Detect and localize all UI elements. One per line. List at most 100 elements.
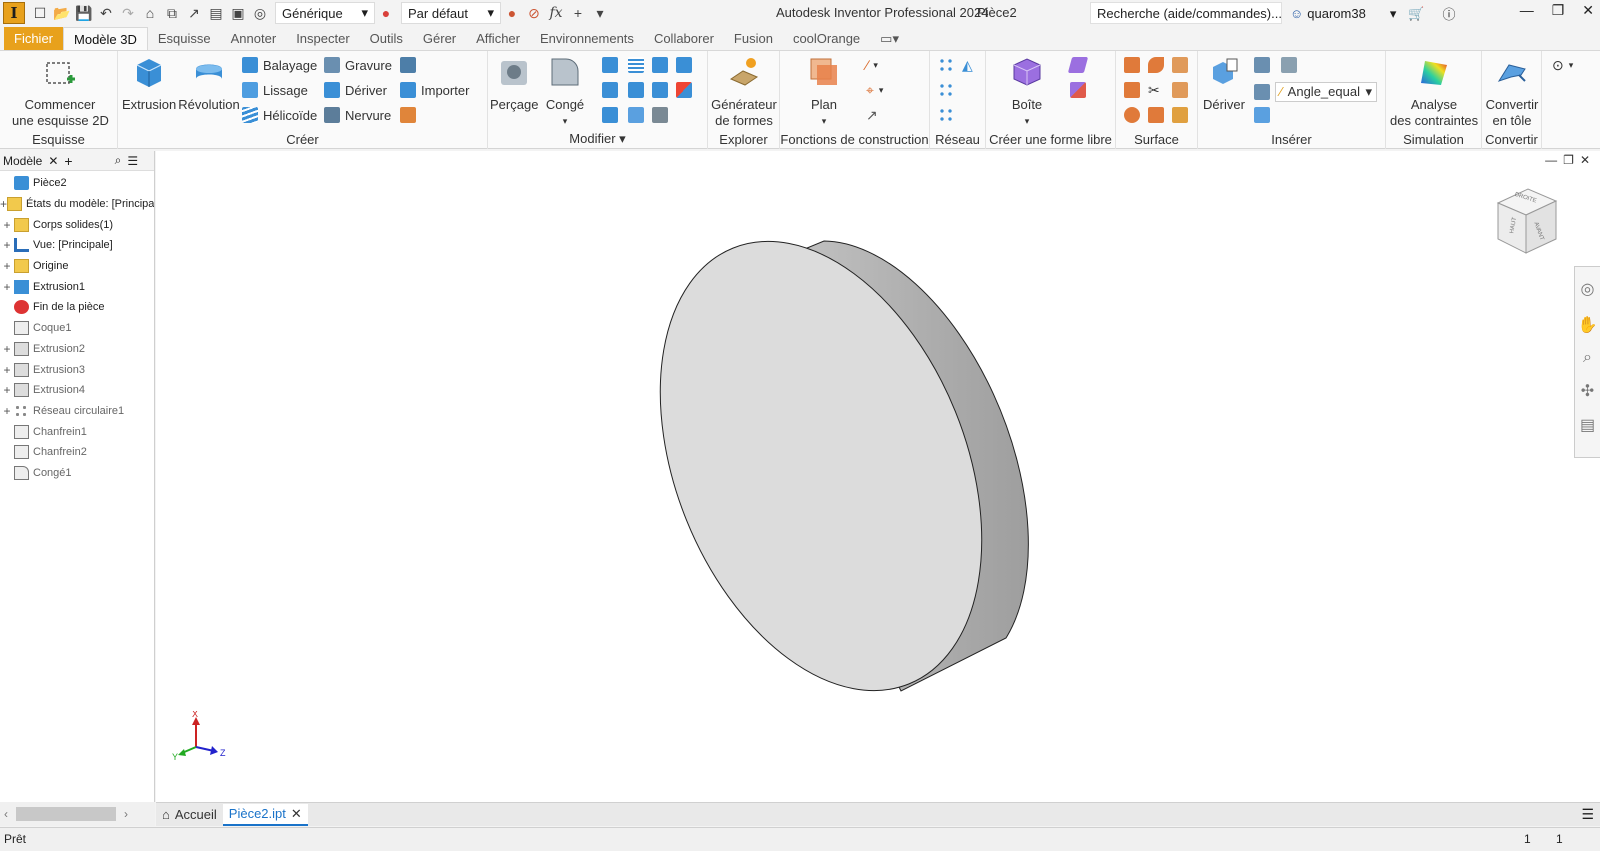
material-select[interactable]: Générique ▾	[275, 2, 375, 24]
delete-face-button[interactable]	[652, 107, 668, 123]
ruled-surface-button[interactable]	[1124, 107, 1140, 123]
gravure-button[interactable]: Gravure	[324, 57, 392, 73]
work-point-button[interactable]: ⌖ ▾	[866, 82, 883, 99]
expand-icon[interactable]: +	[0, 383, 14, 397]
properties-icon[interactable]: ▣	[227, 2, 249, 24]
expand-icon[interactable]: +	[0, 280, 14, 294]
sculpt-button[interactable]: ✂	[1148, 82, 1160, 99]
cart-icon[interactable]: 🛒	[1408, 6, 1424, 22]
expand-icon[interactable]: +	[0, 363, 14, 377]
decal-button[interactable]	[400, 57, 416, 73]
appearance-select[interactable]: Par défaut ▾	[401, 2, 501, 24]
tab-outils[interactable]: Outils	[360, 27, 413, 50]
tree-node[interactable]: + Extrusion2	[0, 339, 154, 360]
redo-icon[interactable]: ↷	[117, 2, 139, 24]
direct-edit-button[interactable]	[676, 57, 692, 73]
repair-button[interactable]	[1148, 107, 1164, 123]
tree-node[interactable]: + Extrusion1	[0, 276, 154, 297]
deriver-button[interactable]: Dériver	[324, 82, 387, 98]
material-icon[interactable]: ◎	[249, 2, 271, 24]
tab-collaborer[interactable]: Collaborer	[644, 27, 724, 50]
unwrap-button[interactable]	[400, 107, 416, 123]
tree-node[interactable]: Congé1	[0, 463, 154, 484]
trim-button[interactable]	[1172, 57, 1188, 73]
tree-node[interactable]: Pièce2	[0, 173, 154, 194]
tree-node[interactable]: Fin de la pièce	[0, 297, 154, 318]
thread-button[interactable]	[628, 57, 644, 73]
tab-afficher[interactable]: Afficher	[466, 27, 530, 50]
pan-icon[interactable]: ✋	[1575, 315, 1600, 335]
add-tab-icon[interactable]: +	[64, 153, 72, 169]
import-cad-button[interactable]	[1254, 57, 1297, 73]
browser-scrollbar[interactable]: ‹ ›	[0, 802, 155, 826]
appearance-icon[interactable]: ●	[375, 2, 397, 24]
circular-pattern-button[interactable]	[938, 82, 954, 98]
mirror-button[interactable]: ◭	[962, 57, 973, 74]
tree-node[interactable]: + Extrusion3	[0, 359, 154, 380]
view-cube[interactable]: DROITE HAUT AVANT	[1490, 185, 1560, 257]
extend-button[interactable]	[1172, 82, 1188, 98]
shell-button[interactable]	[602, 82, 618, 98]
attach-button[interactable]	[1254, 107, 1270, 123]
zoom-icon[interactable]: ⌕	[1575, 349, 1600, 367]
scroll-thumb[interactable]	[16, 807, 116, 821]
extrusion-button[interactable]: Extrusion	[122, 55, 176, 113]
freeform-face-button[interactable]	[1067, 57, 1089, 73]
thicken-button[interactable]	[628, 107, 644, 123]
tab-modele-3d[interactable]: Modèle 3D	[63, 27, 148, 50]
tab-environnements[interactable]: Environnements	[530, 27, 644, 50]
part-model[interactable]	[156, 151, 1600, 802]
fx-parameters-icon[interactable]: fx	[545, 2, 567, 24]
scroll-left-icon[interactable]: ‹	[4, 807, 8, 821]
chevron-down-icon[interactable]: ▾	[619, 131, 626, 146]
ribbon-options-button[interactable]: ⊙ ▾	[1552, 57, 1573, 74]
update-icon[interactable]: ⧉	[161, 2, 183, 24]
revolution-button[interactable]: Révolution	[178, 55, 240, 113]
parameter-field[interactable]: ∕ Angle_equal ▾	[1275, 82, 1377, 102]
expand-icon[interactable]: +	[0, 342, 14, 356]
expand-icon[interactable]: +	[0, 238, 14, 252]
close-icon[interactable]: ✕	[1582, 2, 1594, 19]
thicken-offset-button[interactable]	[1124, 57, 1140, 73]
plus-icon[interactable]: +	[567, 2, 589, 24]
menu-icon[interactable]: ☰	[127, 154, 138, 168]
move-face-button[interactable]	[652, 82, 668, 98]
stress-analysis-button[interactable]: Analyse des contraintes	[1390, 55, 1478, 129]
combine-button[interactable]	[628, 82, 644, 98]
plan-button[interactable]: Plan ▾	[804, 55, 844, 129]
sketch-pattern-button[interactable]	[938, 107, 954, 123]
minimize-icon[interactable]: —	[1520, 2, 1534, 19]
close-icon[interactable]: ✕	[291, 806, 302, 822]
look-at-icon[interactable]: ▤	[1575, 415, 1600, 435]
boite-button[interactable]: Boîte ▾	[1006, 55, 1048, 129]
percage-button[interactable]: Perçage	[490, 55, 538, 113]
scroll-right-icon[interactable]: ›	[124, 807, 128, 821]
deriver-insert-button[interactable]: Dériver	[1202, 55, 1246, 113]
clear-appearance-icon[interactable]: ⊘	[523, 2, 545, 24]
convert-freeform-button[interactable]	[1070, 82, 1086, 98]
graphics-viewport[interactable]: —❐✕ DROITE HAUT AVANT ◎ ✋ ⌕ ✣ ▤ X Y Z	[156, 151, 1600, 802]
home-icon[interactable]: ⌂	[139, 2, 161, 24]
chamfer-button[interactable]	[602, 57, 618, 73]
balayage-button[interactable]: Balayage	[242, 57, 317, 73]
work-axis-button[interactable]: ∕ ▾	[866, 57, 878, 73]
tree-node[interactable]: + Vue: [Principale]	[0, 235, 154, 256]
expand-icon[interactable]: +	[0, 197, 7, 211]
patch-button[interactable]	[1148, 57, 1164, 73]
replace-face-button[interactable]	[676, 82, 692, 98]
split-button[interactable]	[652, 57, 668, 73]
tree-node[interactable]: Coque1	[0, 318, 154, 339]
help-icon[interactable]: ⓘ	[1443, 4, 1456, 23]
importer-button[interactable]: Importer	[400, 82, 469, 98]
close-icon[interactable]: ✕	[48, 154, 58, 168]
user-account[interactable]: ☺ quarom38 ▾ 🛒 ⓘ	[1290, 4, 1456, 23]
helicoide-button[interactable]: Hélicoïde	[242, 107, 317, 123]
boundary-patch-button[interactable]	[1172, 107, 1188, 123]
doc-menu-icon[interactable]: ☰	[1581, 806, 1594, 823]
expand-icon[interactable]: +	[0, 218, 14, 232]
parameter-select[interactable]: ∕ Angle_equal ▾	[1254, 82, 1377, 102]
tree-node[interactable]: + Origine	[0, 256, 154, 277]
orbit-icon[interactable]: ✣	[1575, 381, 1600, 401]
browser-tab-modele[interactable]: Modèle	[3, 154, 42, 168]
tab-esquisse[interactable]: Esquisse	[148, 27, 221, 50]
